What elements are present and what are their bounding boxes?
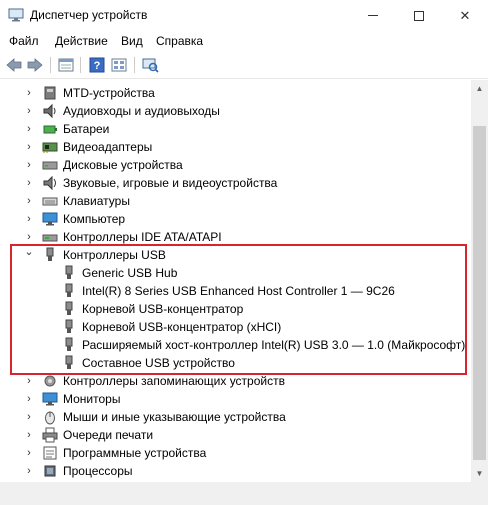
minimize-icon [368, 15, 378, 16]
printer-icon [42, 427, 58, 443]
toolbar-separator [80, 57, 81, 73]
expand-chevron-icon[interactable]: › [24, 465, 34, 477]
expand-chevron-icon[interactable]: › [24, 105, 34, 117]
menu-bar: Файл Действие Вид Справка [0, 31, 488, 51]
battery-icon [43, 125, 57, 134]
monitor-icon [42, 392, 58, 406]
tree-item-mice[interactable]: › Мыши и иные указывающие устройства [0, 408, 471, 426]
disk-icon [42, 161, 58, 170]
processor-icon [44, 465, 56, 477]
tree-item-label: Клавиатуры [63, 194, 130, 208]
forward-arrow-icon[interactable] [26, 57, 44, 73]
tree-item-label: Контроллеры запоминающих устройств [63, 374, 285, 388]
tree-item-label: Компьютер [63, 212, 126, 226]
expand-chevron-icon[interactable]: › [24, 447, 34, 459]
title-bar: Диспетчер устройств ✕ [0, 0, 488, 31]
expand-chevron-icon[interactable]: › [24, 375, 34, 387]
tree-item-processors[interactable]: › Процессоры [0, 462, 471, 480]
scroll-down-icon[interactable]: ▼ [471, 465, 488, 482]
tree-item-monitors[interactable]: › Мониторы [0, 390, 471, 408]
toolbar-separator [50, 57, 51, 73]
menu-action[interactable]: Действие [55, 34, 108, 48]
expand-chevron-icon[interactable]: › [24, 231, 34, 243]
tree-item-sound-game-video[interactable]: › Звуковые, игровые и видеоустройства [0, 174, 471, 192]
close-icon: ✕ [459, 7, 471, 23]
menu-view[interactable]: Вид [121, 34, 143, 48]
tree-item-audio-io[interactable]: › Аудиовходы и аудиовыходы [0, 102, 471, 120]
horizontal-scrollbar[interactable] [0, 482, 471, 499]
status-bar [0, 499, 488, 505]
expand-chevron-icon[interactable]: › [24, 429, 34, 441]
window-title: Диспетчер устройств [30, 8, 148, 22]
minimize-button[interactable] [350, 0, 396, 31]
tree-item-mtd[interactable]: › MTD-устройства [0, 84, 471, 102]
tree-item-label: Процессоры [63, 464, 133, 478]
expand-chevron-icon[interactable]: › [24, 177, 34, 189]
menu-help[interactable]: Справка [156, 34, 203, 48]
tree-item-display-adapters[interactable]: › Видеоадаптеры [0, 138, 471, 156]
scroll-thumb[interactable] [473, 126, 486, 460]
tree-item-label: Батареи [63, 122, 110, 136]
maximize-button[interactable] [396, 0, 442, 31]
tree-item-keyboards[interactable]: › Клавиатуры [0, 192, 471, 210]
close-button[interactable]: ✕ [442, 0, 488, 31]
view-icon[interactable] [110, 57, 128, 73]
usb-highlight-box [10, 244, 467, 375]
expand-chevron-icon[interactable]: › [24, 87, 34, 99]
expand-chevron-icon[interactable]: › [24, 393, 34, 405]
scan-hardware-icon[interactable] [141, 57, 159, 73]
maximize-icon [414, 10, 424, 21]
tree-item-label: MTD-устройства [63, 86, 155, 100]
tree-item-label: Звуковые, игровые и видеоустройства [63, 176, 278, 190]
tree-item-label: Контроллеры IDE ATA/ATAPI [63, 230, 222, 244]
tree-item-label: Мониторы [63, 392, 121, 406]
scroll-up-icon[interactable]: ▲ [471, 80, 488, 97]
keyboard-icon [42, 197, 58, 206]
tree-item-label: Очереди печати [63, 428, 154, 442]
sound-icon [43, 175, 56, 191]
mtd-icon [44, 86, 56, 100]
toolbar-separator [134, 57, 135, 73]
scrollbar-corner [471, 482, 488, 499]
tree-item-label: Аудиовходы и аудиовыходы [63, 104, 220, 118]
software-device-icon [43, 446, 57, 460]
menu-file[interactable]: Файл [9, 34, 39, 48]
tree-item-software-devices[interactable]: › Программные устройства [0, 444, 471, 462]
computer-icon [42, 212, 58, 226]
expand-chevron-icon[interactable]: › [24, 123, 34, 135]
tree-item-computer[interactable]: › Компьютер [0, 210, 471, 228]
expand-chevron-icon[interactable]: › [24, 195, 34, 207]
expand-chevron-icon[interactable]: › [24, 141, 34, 153]
tree-item-print-queues[interactable]: › Очереди печати [0, 426, 471, 444]
svg-text:?: ? [94, 60, 101, 72]
toolbar: ? [0, 51, 488, 79]
mouse-icon [45, 411, 55, 425]
tree-item-batteries[interactable]: › Батареи [0, 120, 471, 138]
expand-chevron-icon[interactable]: › [24, 159, 34, 171]
vertical-scrollbar[interactable]: ▲ ▼ [471, 80, 488, 482]
ide-icon [42, 234, 58, 242]
storage-controller-icon [44, 375, 56, 387]
tree-item-label: Видеоадаптеры [63, 140, 153, 154]
back-arrow-icon[interactable] [5, 57, 23, 73]
expand-chevron-icon[interactable]: › [24, 411, 34, 423]
properties-icon[interactable] [57, 57, 75, 73]
expand-chevron-icon[interactable]: › [24, 213, 34, 225]
tree-item-label: Программные устройства [63, 446, 207, 460]
tree-item-label: Мыши и иные указывающие устройства [63, 410, 286, 424]
tree-item-label: Дисковые устройства [63, 158, 183, 172]
help-icon[interactable]: ? [88, 57, 106, 73]
display-adapter-icon [42, 142, 58, 153]
device-manager-app-icon [8, 8, 24, 22]
tree-item-disk-drives[interactable]: › Дисковые устройства [0, 156, 471, 174]
audio-icon [43, 103, 56, 119]
